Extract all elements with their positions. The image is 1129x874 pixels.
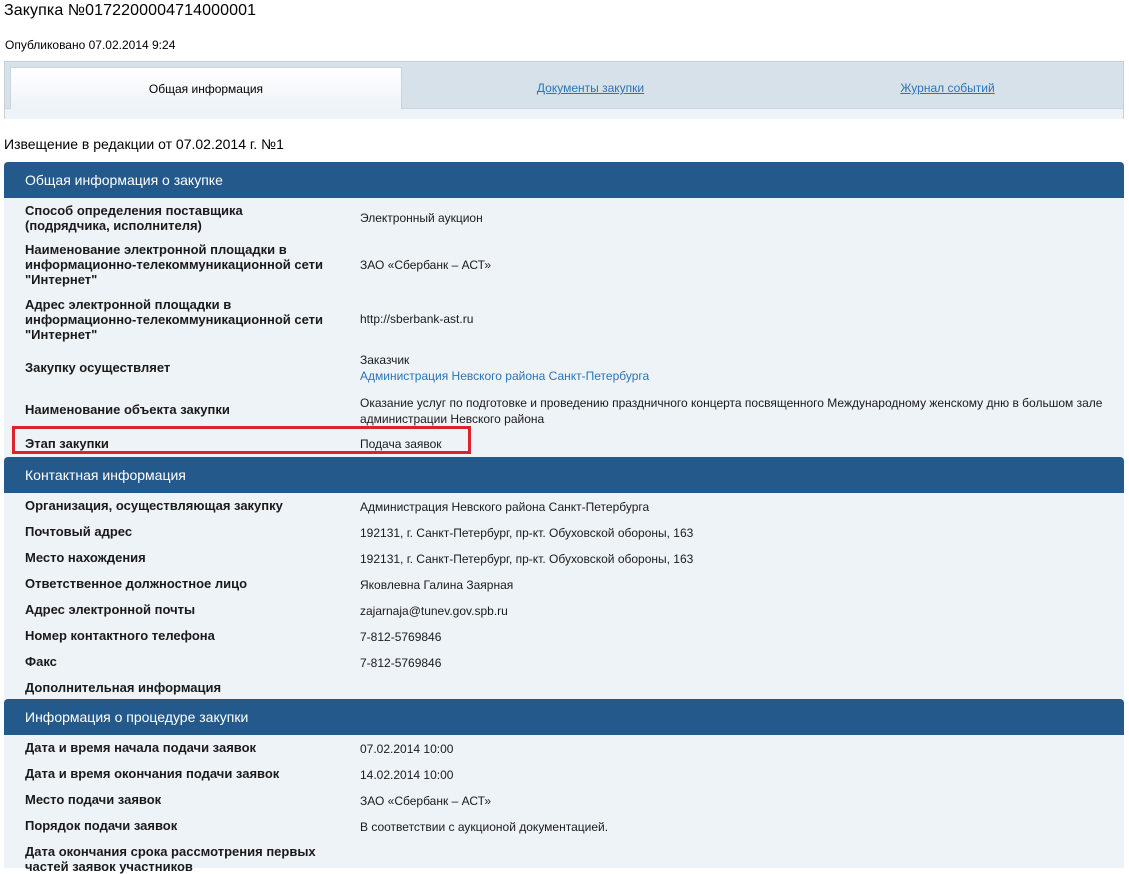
- row-value: 7-812-5769846: [360, 656, 442, 670]
- tabs-bar: Общая информация Документы закупки Журна…: [4, 61, 1124, 119]
- row-value: http://sberbank-ast.ru: [360, 312, 474, 326]
- notice-edition: Извещение в редакции от 07.02.2014 г. №1: [4, 136, 284, 152]
- section-general-header: Общая информация о закупке: [4, 162, 1124, 198]
- row-value: ЗАО «Сбербанк – АСТ»: [360, 258, 492, 272]
- row-label: Адрес электронной почты: [25, 602, 196, 617]
- row-label: Место подачи заявок: [25, 792, 162, 807]
- row-label: Дополнительная информация: [25, 680, 222, 695]
- row-label: Дата окончания срока рассмотрения первых…: [25, 844, 316, 874]
- row-value: 192131, г. Санкт-Петербург, пр-кт. Обухо…: [360, 526, 694, 540]
- row-value: Заказчик Администрация Невского района С…: [360, 352, 1110, 384]
- row-label: Почтовый адрес: [25, 524, 133, 539]
- section-procedure-header: Информация о процедуре закупки: [4, 699, 1124, 735]
- row-value: Яковлевна Галина Заярная: [360, 578, 514, 592]
- purchaser-role: Заказчик: [360, 353, 410, 367]
- row-label: Факс: [25, 654, 57, 669]
- published-date: Опубликовано 07.02.2014 9:24: [5, 38, 176, 52]
- row-label: Место нахождения: [25, 550, 146, 565]
- row-value: Подача заявок: [360, 437, 442, 451]
- row-label: Способ определения поставщика (подрядчик…: [25, 203, 243, 233]
- row-value: 14.02.2014 10:00: [360, 768, 454, 782]
- row-label: Порядок подачи заявок: [25, 818, 178, 833]
- row-label: Адрес электронной площадки в информацион…: [25, 297, 324, 342]
- row-label: Организация, осуществляющая закупку: [25, 498, 283, 513]
- row-value: В соответствии с аукционой документацией…: [360, 820, 609, 834]
- row-label: Номер контактного телефона: [25, 628, 215, 643]
- section-procedure: Информация о процедуре закупки Дата и вр…: [4, 699, 1124, 874]
- row-label: Наименование электронной площадки в инфо…: [25, 242, 324, 287]
- row-label: Дата и время окончания подачи заявок: [25, 766, 280, 781]
- page-title: Закупка №0172200004714000001: [4, 2, 257, 19]
- tab-documents[interactable]: Документы закупки: [403, 67, 778, 109]
- row-value: 192131, г. Санкт-Петербург, пр-кт. Обухо…: [360, 552, 694, 566]
- row-value: Оказание услуг по подготовке и проведени…: [360, 396, 1103, 426]
- purchaser-link[interactable]: Администрация Невского района Санкт-Пете…: [360, 369, 649, 383]
- section-general: Общая информация о закупке Способ опреде…: [4, 162, 1124, 457]
- row-value: Электронный аукцион: [360, 211, 483, 225]
- section-contact-header: Контактная информация: [4, 457, 1124, 493]
- row-label: Ответственное должностное лицо: [25, 576, 248, 591]
- stage-highlight-box: [12, 426, 471, 454]
- row-value: zajarnaja@tunev.gov.spb.ru: [360, 604, 508, 618]
- row-value: 07.02.2014 10:00: [360, 742, 454, 756]
- row-value: 7-812-5769846: [360, 630, 442, 644]
- row-label: Закупку осуществляет: [25, 360, 171, 375]
- row-label: Наименование объекта закупки: [25, 402, 230, 417]
- row-label: Дата и время начала подачи заявок: [25, 740, 257, 755]
- tab-event-log[interactable]: Журнал событий: [765, 67, 1129, 109]
- section-contact: Контактная информация Организация, осуще…: [4, 457, 1124, 699]
- tab-general-info[interactable]: Общая информация: [10, 67, 402, 109]
- row-value: Администрация Невского района Санкт-Пете…: [360, 500, 650, 514]
- row-value: ЗАО «Сбербанк – АСТ»: [360, 794, 492, 808]
